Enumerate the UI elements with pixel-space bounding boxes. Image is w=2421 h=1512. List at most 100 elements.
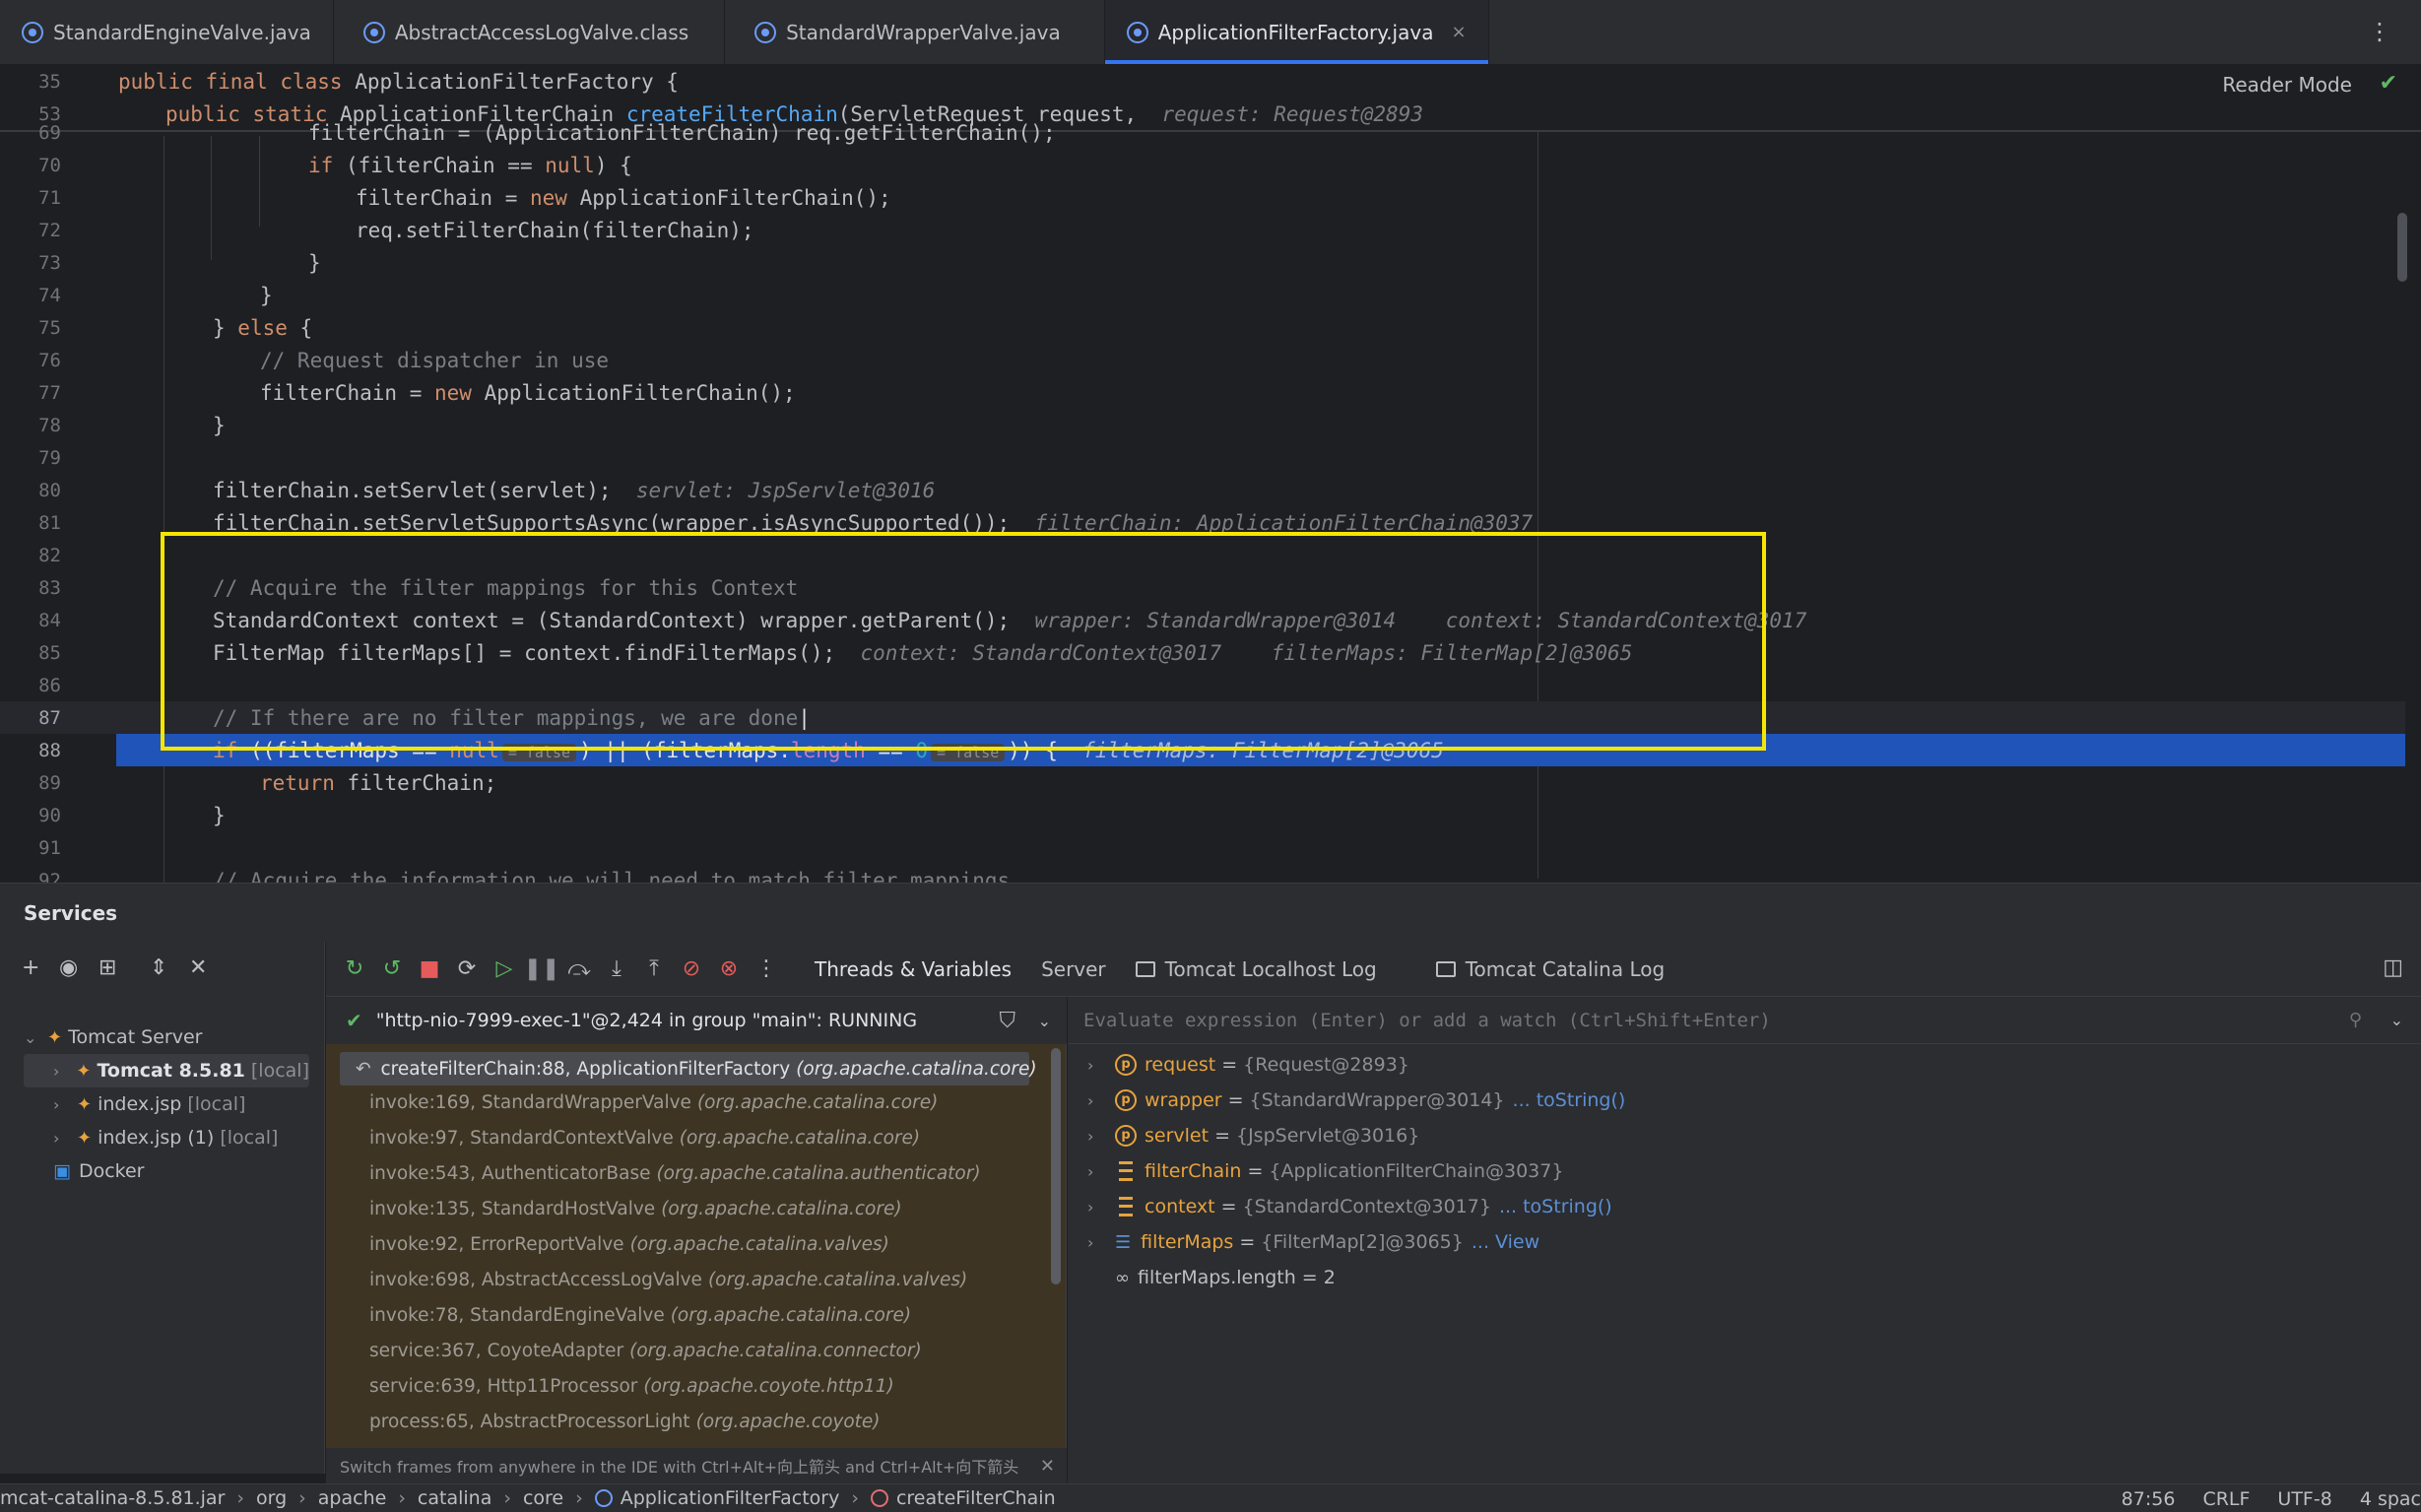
code-line[interactable]: 70 if (filterChain == null) { — [0, 149, 2405, 181]
code-line[interactable]: 72 req.setFilterChain(filterChain); — [0, 214, 2405, 246]
frame-item[interactable]: process:65, AbstractProcessorLight (org.a… — [340, 1405, 1029, 1438]
variable-row[interactable]: ∞ filterMaps.length = 2 — [1087, 1261, 1336, 1294]
close-icon[interactable]: × — [1451, 22, 1466, 42]
step-into-icon[interactable]: ⤓ — [598, 956, 635, 981]
frames-scrollbar[interactable] — [1051, 1048, 1061, 1284]
variable-row[interactable]: › context = {StandardContext@3017} ... toStr… — [1087, 1190, 1612, 1223]
variable-row[interactable]: › p request = {Request@2893} — [1087, 1048, 1409, 1082]
tab-server[interactable]: Server — [1041, 957, 1106, 981]
watch-icon[interactable]: ⚲ — [2349, 1010, 2362, 1030]
variable-row[interactable]: › filterChain = {ApplicationFilterChain@303… — [1087, 1154, 1563, 1188]
mute-breakpoints-icon[interactable]: ⊗ — [710, 956, 748, 981]
breadcrumb-method[interactable]: createFilterChain — [896, 1487, 1056, 1509]
line-separator[interactable]: CRLF — [2202, 1488, 2250, 1510]
breadcrumb-catalina[interactable]: catalina — [418, 1487, 491, 1509]
tab-threads-variables[interactable]: Threads & Variables — [815, 957, 1012, 981]
chevron-down-icon[interactable]: ⌄ — [2390, 1011, 2403, 1029]
step-over-icon[interactable]: ⤼ — [560, 956, 598, 981]
code-line[interactable]: 90} — [0, 799, 2405, 831]
tab-standard-wrapper-valve[interactable]: StandardWrapperValve.java — [725, 0, 1105, 64]
tree-item-tomcat-server[interactable]: ⌄ ✦ Tomcat Server — [24, 1020, 203, 1054]
tree-item-index-jsp-1[interactable]: › ✦ index.jsp (1) [local] — [24, 1121, 278, 1154]
frame-item[interactable]: invoke:543, AuthenticatorBase (org.apache… — [340, 1156, 1029, 1190]
frame-item[interactable]: invoke:698, AbstractAccessLogValve (org.a… — [340, 1263, 1029, 1296]
equals-sign: = — [1220, 1196, 1237, 1217]
frame-item[interactable]: service:367, CoyoteAdapter (org.apache.ca… — [340, 1334, 1029, 1367]
tree-item-tomcat-8581[interactable]: › ✦ Tomcat 8.5.81 [local] — [24, 1054, 309, 1087]
frame-item[interactable]: invoke:169, StandardWrapperValve (org.apa… — [340, 1085, 1029, 1119]
file-encoding[interactable]: UTF-8 — [2277, 1488, 2331, 1510]
tab-application-filter-factory[interactable]: ApplicationFilterFactory.java × — [1104, 0, 1489, 64]
layout-icon[interactable]: ◫ — [2383, 955, 2403, 980]
frame-item-current[interactable]: ↶ createFilterChain:88, ApplicationFilter… — [340, 1052, 1037, 1085]
pause-icon[interactable]: ❚❚ — [523, 956, 560, 981]
breadcrumb-core[interactable]: core — [523, 1487, 563, 1509]
code-line[interactable]: 75} else { — [0, 311, 2405, 344]
code-line[interactable]: 80 filterChain.setServlet(servlet); servl… — [0, 474, 2405, 506]
more-options-icon[interactable]: ⋮ — [2368, 18, 2391, 45]
tree-item-docker[interactable]: ▣ Docker — [53, 1154, 144, 1188]
code-line[interactable]: 91 — [0, 831, 2405, 864]
cursor-position[interactable]: 87:56 — [2122, 1488, 2176, 1510]
resume-icon[interactable]: ▷ — [486, 956, 523, 981]
code-line[interactable]: 77 filterChain = new ApplicationFilterCha… — [0, 376, 2405, 409]
breadcrumb-apache[interactable]: apache — [318, 1487, 387, 1509]
tab-abstract-access-log-valve[interactable]: AbstractAccessLogValve.class — [334, 0, 726, 64]
evaluate-expression-input[interactable]: Evaluate expression (Enter) or add a wat… — [1068, 997, 2421, 1044]
breadcrumb-jar[interactable]: mcat-catalina-8.5.81.jar — [0, 1487, 225, 1509]
to-string-link[interactable]: ... toString() — [1499, 1196, 1612, 1217]
collapse-all-icon[interactable]: ✕ — [189, 955, 207, 980]
expand-all-icon[interactable]: ⇕ — [150, 955, 167, 980]
tree-item-index-jsp[interactable]: › ✦ index.jsp [local] — [24, 1087, 245, 1121]
sticky-line-class[interactable]: 35 public final class ApplicationFilterF… — [0, 65, 2421, 98]
new-tab-icon[interactable]: ⊞ — [98, 955, 116, 980]
code-line[interactable]: 92 // Acquire the information we will nee… — [0, 864, 2405, 884]
breadcrumb-class[interactable]: ApplicationFilterFactory — [621, 1487, 840, 1509]
code-line[interactable]: 79 — [0, 441, 2405, 474]
add-icon[interactable]: + — [22, 955, 39, 980]
rerun-icon[interactable]: ↻ — [336, 956, 373, 981]
tab-tomcat-localhost-log[interactable]: Tomcat Localhost Log — [1135, 957, 1377, 981]
code-line[interactable]: 69 filterChain = (ApplicationFilterChain)… — [0, 116, 2405, 149]
indent-setting[interactable]: 4 spac — [2360, 1488, 2421, 1510]
chevron-down-icon[interactable]: ⌄ — [1038, 1012, 1051, 1030]
stop-icon[interactable]: ■ — [411, 956, 448, 981]
chevron-right-icon[interactable]: › — [1087, 1127, 1115, 1146]
view-link[interactable]: ... View — [1472, 1231, 1539, 1253]
chevron-right-icon[interactable]: › — [1087, 1233, 1115, 1252]
restart-icon[interactable]: ↺ — [373, 956, 411, 981]
chevron-right-icon[interactable]: › — [1087, 1162, 1115, 1181]
step-out-icon[interactable]: ⤒ — [635, 956, 673, 981]
tab-tomcat-catalina-log[interactable]: Tomcat Catalina Log — [1435, 957, 1665, 981]
code-line[interactable]: 89 return filterChain; — [0, 766, 2405, 799]
chevron-right-icon[interactable]: › — [1087, 1056, 1115, 1075]
refresh-icon[interactable]: ⟳ — [448, 956, 486, 981]
view-breakpoints-icon[interactable]: ⊘ — [673, 956, 710, 981]
frame-item[interactable]: invoke:135, StandardHostValve (org.apache… — [340, 1192, 1029, 1225]
tab-standard-engine-valve[interactable]: StandardEngineValve.java — [0, 0, 334, 64]
editor-scrollbar[interactable] — [2397, 213, 2407, 282]
frame-item[interactable]: invoke:78, StandardEngineValve (org.apach… — [340, 1298, 1029, 1332]
reader-mode-button[interactable]: Reader Mode — [2222, 73, 2352, 97]
code-line[interactable]: 71 filterChain = new ApplicationFilterCha… — [0, 181, 2405, 214]
code-line[interactable]: 73} — [0, 246, 2405, 279]
to-string-link[interactable]: ... toString() — [1513, 1089, 1626, 1111]
close-icon[interactable]: ✕ — [1040, 1456, 1055, 1477]
filter-icon[interactable]: ⛉ — [999, 1009, 1015, 1033]
variable-row[interactable]: › ☰ filterMaps = {FilterMap[2]@3065} ... View — [1087, 1225, 1539, 1259]
code-line[interactable]: 76 // Request dispatcher in use — [0, 344, 2405, 376]
eye-icon[interactable]: ◉ — [59, 955, 78, 980]
code-line[interactable]: 78} — [0, 409, 2405, 441]
thread-selector[interactable]: ✔ "http-nio-7999-exec-1"@2,424 in group … — [326, 997, 1067, 1044]
more-icon[interactable]: ⋮ — [748, 956, 785, 981]
code-editor[interactable]: 35 public final class ApplicationFilterF… — [0, 65, 2421, 883]
chevron-right-icon[interactable]: › — [1087, 1198, 1115, 1216]
variable-row[interactable]: › p wrapper = {StandardWrapper@3014} ... toSt… — [1087, 1084, 1625, 1117]
frame-item[interactable]: invoke:97, StandardContextValve (org.apac… — [340, 1121, 1029, 1154]
code-line[interactable]: 74} — [0, 279, 2405, 311]
frame-item[interactable]: invoke:92, ErrorReportValve (org.apache.c… — [340, 1227, 1029, 1261]
frame-item[interactable]: service:639, Http11Processor (org.apache.… — [340, 1369, 1029, 1403]
breadcrumb-org[interactable]: org — [256, 1487, 287, 1509]
variable-row[interactable]: › p servlet = {JspServlet@3016} — [1087, 1119, 1419, 1152]
chevron-right-icon[interactable]: › — [1087, 1091, 1115, 1110]
